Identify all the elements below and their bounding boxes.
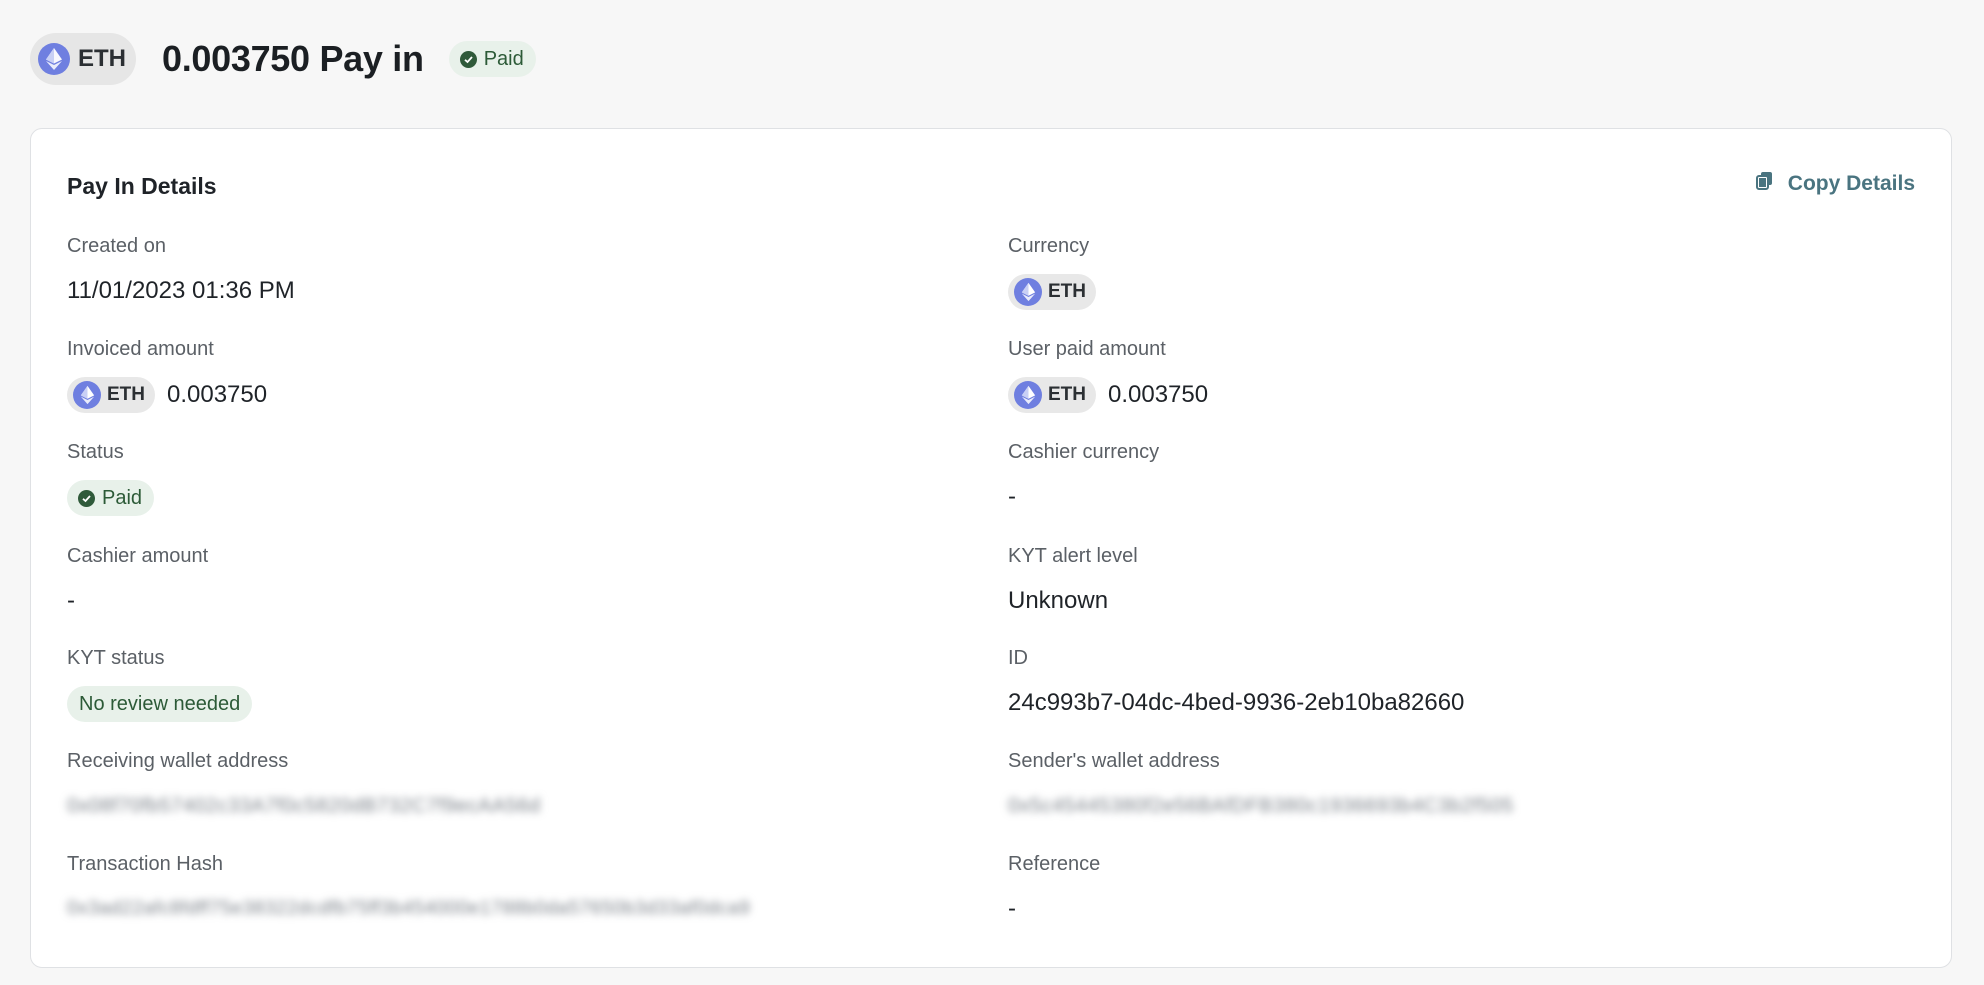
field-id: ID 24c993b7-04dc-4bed-9936-2eb10ba82660 xyxy=(1008,645,1464,718)
field-currency: Currency ETH xyxy=(1008,233,1096,310)
field-label: Status xyxy=(67,441,124,463)
status-badge: Paid xyxy=(67,480,155,516)
page-title: 0.003750 Pay in xyxy=(162,38,424,79)
field-label: Sender's wallet address xyxy=(1008,750,1220,772)
amount-text: 0.003750 xyxy=(1108,381,1209,408)
field-user-paid-amount: User paid amount ETH 0.003750 xyxy=(1008,336,1209,413)
status-value: Paid xyxy=(67,480,155,516)
id-value[interactable]: 24c993b7-04dc-4bed-9936-2eb10ba82660 xyxy=(1008,688,1464,718)
field-label: ID xyxy=(1008,647,1028,669)
field-label: Receiving wallet address xyxy=(67,750,289,772)
status-badge-label: Paid xyxy=(102,486,143,509)
receiving-wallet-value[interactable]: 0x08f70fb57402c33A7f0c5820dB732C7f9ecAA5… xyxy=(67,791,541,821)
field-created-on: Created on 11/01/2023 01:36 PM xyxy=(67,233,295,306)
field-receiving-wallet: Receiving wallet address 0x08f70fb57402c… xyxy=(67,748,541,821)
cashier-currency-value: - xyxy=(1008,483,1016,510)
status-badge: Paid xyxy=(448,41,536,77)
field-sender-wallet: Sender's wallet address 0x5c45445380f2e5… xyxy=(1008,748,1514,821)
invoiced-amount-value: ETH 0.003750 xyxy=(67,377,268,413)
field-reference: Reference - xyxy=(1008,851,1100,924)
transaction-hash-value[interactable]: 0x3ad22afc8fdff75e38322dcdfb75ff3b454000… xyxy=(67,894,750,924)
currency-code: ETH xyxy=(1048,281,1086,302)
currency-value: ETH xyxy=(1008,274,1096,310)
currency-code: ETH xyxy=(1048,384,1086,405)
field-label: User paid amount xyxy=(1008,338,1166,360)
field-label: Reference xyxy=(1008,853,1101,875)
field-transaction-hash: Transaction Hash 0x3ad22afc8fdff75e38322… xyxy=(67,851,750,924)
blurred-address: 0x08f70fb57402c33A7f0c5820dB732C7f9ecAA5… xyxy=(67,794,541,817)
field-cashier-amount: Cashier amount - xyxy=(67,543,208,616)
pay-in-details-card: Pay In Details Copy Details Created on 1… xyxy=(30,128,1952,968)
currency-chip: ETH xyxy=(1008,377,1096,413)
cashier-amount-value: - xyxy=(67,587,75,614)
kyt-status-value: No review needed xyxy=(67,686,253,722)
field-label: Cashier currency xyxy=(1008,441,1160,463)
check-circle-icon xyxy=(459,50,477,68)
kyt-alert-level-value: Unknown xyxy=(1008,587,1109,614)
status-badge-label: Paid xyxy=(483,47,524,70)
eth-icon xyxy=(73,381,101,409)
blurred-hash: 0x3ad22afc8fdff75e38322dcdfb75ff3b454000… xyxy=(67,898,751,919)
copy-icon xyxy=(1755,171,1774,197)
sender-wallet-value[interactable]: 0x5c45445380f2e56BAfDFB380c1936693b4C3b2… xyxy=(1008,791,1514,821)
blurred-address: 0x5c45445380f2e56BAfDFB380c1936693b4C3b2… xyxy=(1008,794,1514,817)
field-label: KYT status xyxy=(67,647,165,669)
field-status: Status Paid xyxy=(67,439,155,516)
field-label: Invoiced amount xyxy=(67,338,214,360)
currency-chip: ETH xyxy=(1008,274,1096,310)
card-title: Pay In Details xyxy=(67,173,217,199)
user-paid-amount-value: ETH 0.003750 xyxy=(1008,377,1209,413)
eth-icon xyxy=(38,43,70,75)
eth-icon xyxy=(1014,381,1042,409)
page-header: ETH 0.003750 Pay in Paid xyxy=(30,32,536,86)
created-on-value: 11/01/2023 01:36 PM xyxy=(67,277,295,304)
field-label: Transaction Hash xyxy=(67,853,223,875)
field-label: Currency xyxy=(1008,235,1090,257)
copy-details-label: Copy Details xyxy=(1787,172,1915,195)
field-kyt-status: KYT status No review needed xyxy=(67,645,253,722)
currency-code: ETH xyxy=(78,45,126,72)
currency-code: ETH xyxy=(107,384,145,405)
reference-value: - xyxy=(1008,895,1016,922)
field-label: KYT alert level xyxy=(1008,545,1138,567)
amount-text: 0.003750 xyxy=(167,381,268,408)
field-label: Cashier amount xyxy=(67,545,209,567)
currency-chip: ETH xyxy=(30,33,136,85)
copy-details-button[interactable]: Copy Details xyxy=(1755,171,1915,197)
field-cashier-currency: Cashier currency - xyxy=(1008,439,1159,512)
check-circle-icon xyxy=(78,489,95,507)
field-label: Created on xyxy=(67,235,166,257)
kyt-status-badge: No review needed xyxy=(67,686,253,722)
currency-chip: ETH xyxy=(67,377,155,413)
field-invoiced-amount: Invoiced amount ETH 0.003750 xyxy=(67,336,268,413)
field-kyt-alert-level: KYT alert level Unknown xyxy=(1008,543,1138,616)
eth-icon xyxy=(1014,278,1042,306)
